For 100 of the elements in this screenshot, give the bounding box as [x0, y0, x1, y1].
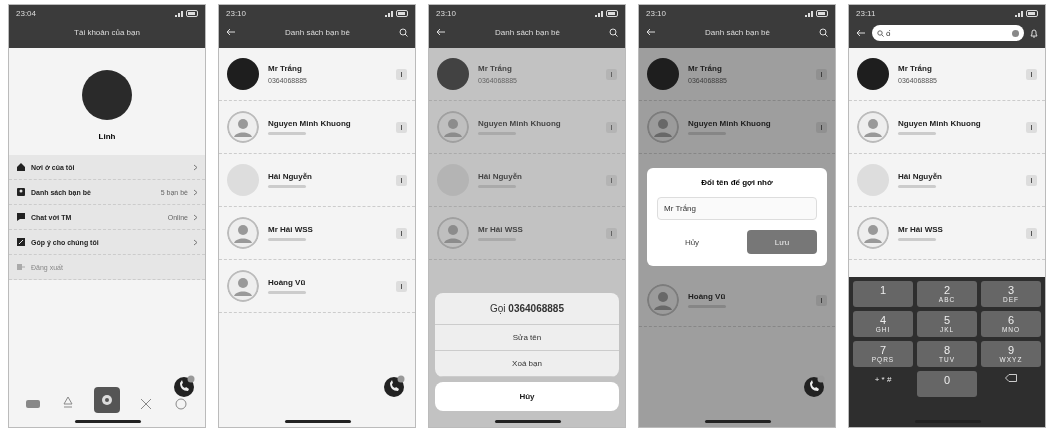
contact-row[interactable]: Nguyen Minh Khuong — [849, 101, 1045, 154]
default-avatar-icon — [227, 111, 259, 143]
search-icon[interactable] — [819, 27, 828, 37]
signal-icon — [595, 10, 603, 17]
save-button[interactable]: Lưu — [747, 230, 817, 254]
more-icon[interactable] — [816, 68, 827, 80]
contact-row[interactable]: Nguyen Minh Khuong — [219, 101, 415, 154]
contact-name: Nguyen Minh Khuong — [898, 119, 982, 128]
contact-name: Hải Nguyễn — [478, 172, 523, 181]
more-icon[interactable] — [396, 121, 407, 133]
contact-row[interactable]: Hải Nguyễn — [849, 154, 1045, 207]
screen-title: Danh sách bạn bè — [284, 27, 351, 37]
contact-row[interactable]: Hoàng Vũ — [219, 260, 415, 313]
sheet-action[interactable]: Sửa tên — [435, 325, 619, 351]
call-button-icon[interactable] — [173, 375, 195, 397]
default-avatar-icon — [647, 111, 679, 143]
contact-name: Hải Nguyễn — [268, 172, 313, 181]
contact-row[interactable]: Hải Nguyễn — [429, 154, 625, 207]
more-icon[interactable] — [816, 294, 827, 306]
keypad-key[interactable]: 1 — [853, 281, 913, 307]
more-icon[interactable] — [1026, 174, 1037, 186]
contact-name: Nguyen Minh Khuong — [478, 119, 562, 128]
contact-name: Mr Hải WSS — [268, 225, 314, 234]
home-indicator — [495, 420, 561, 423]
status-time: 23:10 — [226, 9, 247, 18]
profile-name: Linh — [98, 132, 116, 141]
edit-icon — [16, 237, 26, 247]
dialog-title: Đổi tên để gợi nhớ — [700, 178, 774, 187]
blurred-text — [898, 238, 936, 241]
more-icon[interactable] — [606, 121, 617, 133]
back-arrow-icon[interactable] — [226, 28, 236, 36]
more-icon[interactable] — [396, 280, 407, 292]
search-field[interactable]: ố — [872, 25, 1024, 41]
status-time: 23:11 — [856, 9, 876, 18]
contact-row[interactable]: Nguyen Minh Khuong — [429, 101, 625, 154]
backspace-icon — [1005, 374, 1017, 382]
home-indicator — [705, 420, 771, 423]
screen-title: Danh sách bạn bè — [494, 27, 561, 37]
name-input-field[interactable]: Mr Trắng — [657, 197, 817, 220]
contact-name: Hải Nguyễn — [898, 172, 943, 181]
back-arrow-icon[interactable] — [436, 28, 446, 36]
blurred-text — [268, 238, 306, 241]
call-button-icon[interactable] — [383, 375, 405, 397]
blurred-text — [898, 185, 936, 188]
battery-icon — [396, 10, 408, 17]
default-avatar-icon — [647, 284, 679, 316]
back-arrow-icon[interactable] — [856, 29, 866, 37]
contact-row[interactable]: Hoàng Vũ — [639, 274, 835, 327]
more-icon[interactable] — [1026, 68, 1037, 80]
battery-icon — [1026, 10, 1038, 17]
chevron-right-icon — [193, 188, 198, 196]
screen-title: Tài khoản của bạn — [73, 27, 141, 37]
contact-row[interactable]: Hải Nguyễn — [219, 154, 415, 207]
bell-icon[interactable] — [1030, 28, 1038, 38]
cancel-button[interactable]: Hủy — [657, 230, 727, 254]
blurred-text — [268, 132, 306, 135]
signal-icon — [805, 10, 813, 17]
battery-icon — [186, 10, 198, 17]
call-button-icon[interactable] — [803, 375, 825, 397]
clear-icon[interactable] — [1012, 30, 1019, 37]
profile-avatar — [82, 70, 132, 120]
more-icon[interactable] — [606, 227, 617, 239]
contact-name: Hoàng Vũ — [268, 278, 307, 287]
nav-tab[interactable] — [94, 387, 120, 413]
contacts-icon — [16, 187, 26, 197]
status-time: 23:04 — [16, 9, 37, 18]
search-icon — [877, 30, 884, 37]
blurred-text — [898, 132, 936, 135]
search-icon[interactable] — [399, 27, 408, 37]
signal-icon — [1015, 10, 1023, 17]
contact-name: Hoàng Vũ — [688, 292, 727, 301]
contact-name: Nguyen Minh Khuong — [688, 119, 772, 128]
more-icon[interactable] — [606, 68, 617, 80]
keypad-key[interactable]: 0 — [917, 371, 977, 397]
more-icon[interactable] — [606, 174, 617, 186]
chevron-right-icon — [193, 238, 198, 246]
default-avatar-icon — [437, 217, 469, 249]
back-arrow-icon[interactable] — [646, 28, 656, 36]
cancel-button[interactable]: Hủy — [435, 382, 619, 411]
sheet-action[interactable]: Xoá bạn — [435, 351, 619, 377]
contact-name: Mr Hải WSS — [478, 225, 524, 234]
more-icon[interactable] — [816, 121, 827, 133]
call-action[interactable]: Gọi 0364068885 — [435, 293, 619, 325]
search-icon[interactable] — [609, 27, 618, 37]
contact-row[interactable]: Mr Hải WSS — [429, 207, 625, 260]
contact-row[interactable]: Mr Hải WSS — [219, 207, 415, 260]
house-icon — [16, 162, 26, 172]
keypad-key[interactable]: + * # — [853, 371, 913, 397]
chat-icon — [16, 212, 26, 222]
battery-icon — [816, 10, 828, 17]
contact-name: Mr Hải WSS — [898, 225, 944, 234]
more-icon[interactable] — [1026, 227, 1037, 239]
screen-title: Danh sách bạn bè — [704, 27, 771, 37]
more-icon[interactable] — [396, 68, 407, 80]
contact-row[interactable]: Nguyen Minh Khuong — [639, 101, 835, 154]
more-icon[interactable] — [396, 227, 407, 239]
more-icon[interactable] — [396, 174, 407, 186]
more-icon[interactable] — [1026, 121, 1037, 133]
contact-row[interactable]: Mr Hải WSS — [849, 207, 1045, 260]
battery-icon — [606, 10, 618, 17]
